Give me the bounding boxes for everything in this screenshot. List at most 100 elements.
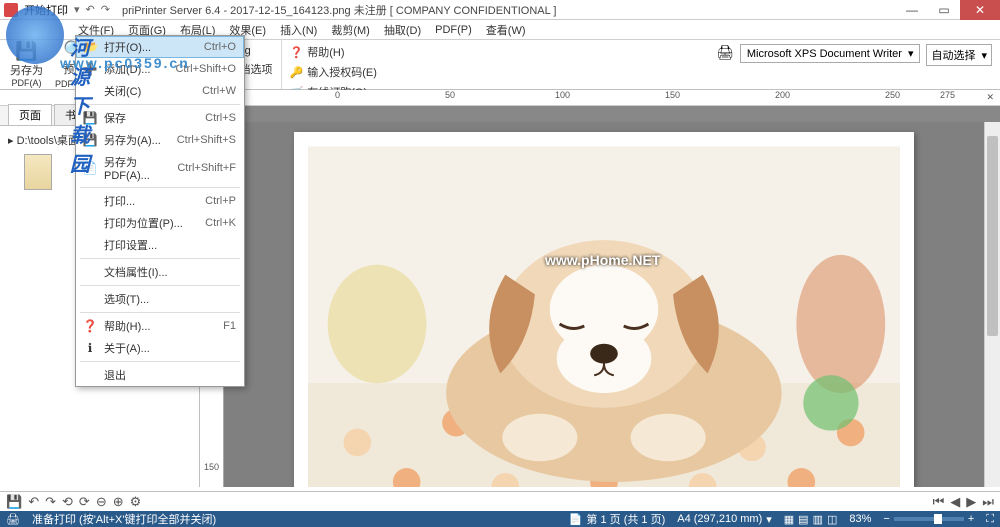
menu-extract[interactable]: 抽取(D) — [384, 22, 421, 38]
start-print-quick[interactable]: 开始打印 — [24, 2, 68, 18]
maximize-button[interactable]: ▭ — [928, 0, 960, 20]
view-mode-icon[interactable]: ▤ — [798, 513, 808, 526]
menu-print[interactable]: 打印... Ctrl+P — [76, 190, 244, 212]
tab-page[interactable]: 页面 — [8, 104, 52, 125]
zoom-in-icon[interactable]: + — [968, 513, 974, 525]
save-as-button[interactable]: 💾 另存为 PDF(A) — [4, 40, 49, 89]
page-image — [308, 146, 900, 487]
title-bar: 开始打印 ▾ ↶ ↷ priPrinter Server 6.4 - 2017-… — [0, 0, 1000, 20]
chevron-down-icon: ▾ — [908, 47, 914, 60]
pdfa-label: PDF(A) — [12, 78, 42, 88]
page-thumbnail[interactable] — [24, 154, 52, 190]
menu-save-as[interactable]: 💾另存为(A)...Ctrl+Shift+S — [76, 129, 244, 151]
tool-settings-icon[interactable]: ⚙ — [130, 494, 142, 510]
help-icon: ❓ — [290, 46, 304, 59]
menu-exit[interactable]: 退出 — [76, 364, 244, 386]
chevron-down-icon[interactable]: ▾ — [766, 513, 772, 526]
ruler-tick: 0 — [335, 90, 340, 100]
printer-dropdown[interactable]: Microsoft XPS Document Writer ▾ — [740, 44, 921, 63]
menu-print-to[interactable]: 打印为位置(P)...Ctrl+K — [76, 212, 244, 234]
mi-label: 关于(A)... — [104, 340, 150, 356]
zoom-thumb[interactable] — [934, 514, 942, 524]
minimize-button[interactable]: — — [896, 0, 928, 20]
zoom-slider[interactable] — [894, 517, 964, 521]
menu-doc-props[interactable]: 文档属性(I)... — [76, 261, 244, 283]
nav-last-icon[interactable]: ⏭ — [982, 494, 994, 510]
save-icon: 💾 — [15, 41, 39, 62]
tray-dropdown[interactable]: 自动选择 ▾ — [926, 44, 992, 66]
key-icon: 🔑 — [290, 66, 304, 79]
menu-print-settings[interactable]: 打印设置... — [76, 234, 244, 256]
menu-view[interactable]: 查看(W) — [486, 22, 526, 38]
nav-next-icon[interactable]: ▶ — [966, 494, 976, 510]
mi-label: 打印为位置(P)... — [104, 215, 183, 231]
page-icon: 📄 — [569, 513, 583, 526]
tool-undo-icon[interactable]: ↶ — [28, 494, 39, 510]
vertical-scrollbar[interactable] — [984, 122, 1000, 487]
menu-pdf[interactable]: PDF(P) — [435, 24, 472, 36]
file-menu-dropdown: 📂 打开(O)... Ctrl+O ➕添加(D)...Ctrl+Shift+O 关闭… — [75, 35, 245, 387]
mi-label: 打印... — [104, 193, 135, 209]
page-preview[interactable]: priPrinter Server Edition purchase at ww… — [294, 132, 914, 487]
tool-zoom-out-icon[interactable]: ⊖ — [96, 494, 107, 510]
info-icon: ℹ — [82, 340, 98, 356]
mi-shortcut: Ctrl+P — [205, 195, 236, 207]
tool-zoom-in-icon[interactable]: ⊕ — [113, 494, 124, 510]
mi-label: 打开(O)... — [104, 39, 151, 55]
menu-options[interactable]: 选项(T)... — [76, 288, 244, 310]
mi-label: 帮助(H)... — [104, 318, 150, 334]
ruler-tick: 50 — [445, 90, 455, 100]
scrollbar-thumb[interactable] — [987, 136, 998, 336]
fullscreen-icon[interactable]: ⛶ — [986, 513, 994, 526]
mi-shortcut: Ctrl+Shift+F — [177, 162, 236, 174]
mi-shortcut: Ctrl+O — [204, 41, 236, 53]
view-mode-icon[interactable]: ▦ — [784, 513, 794, 526]
tool-redo-icon[interactable]: ↷ — [45, 494, 56, 510]
menu-open[interactable]: 📂 打开(O)... Ctrl+O — [76, 36, 244, 58]
mi-label: 选项(T)... — [104, 291, 149, 307]
menu-insert[interactable]: 插入(N) — [280, 22, 317, 38]
menu-about[interactable]: ℹ 关于(A)... — [76, 337, 244, 359]
license-link[interactable]: 输入授权码(E) — [307, 64, 377, 80]
printer-name: Microsoft XPS Document Writer — [747, 48, 902, 60]
nav-prev-icon[interactable]: ◀ — [950, 494, 960, 510]
menu-help[interactable]: ❓帮助(H)...F1 — [76, 315, 244, 337]
redo-icon[interactable]: ↷ — [101, 3, 110, 16]
status-bar: 🖨 准备打印 (按'Alt+X'键打印全部并关闭) 📄第 1 页 (共 1 页)… — [0, 511, 1000, 527]
mi-label: 另存为 PDF(A)... — [104, 154, 177, 182]
ruler-close-icon[interactable]: ✕ — [986, 92, 994, 103]
folder-open-icon: 📂 — [83, 39, 99, 55]
view-mode-icon[interactable]: ▥ — [813, 513, 823, 526]
zoom-out-icon[interactable]: − — [883, 513, 889, 525]
mi-label: 退出 — [104, 367, 126, 383]
menu-close[interactable]: 关闭(C)Ctrl+W — [76, 80, 244, 102]
ruler-tick: 100 — [555, 90, 570, 100]
undo-icon[interactable]: ↶ — [86, 3, 95, 16]
mi-shortcut: F1 — [223, 320, 236, 332]
mi-label: 文档属性(I)... — [104, 264, 168, 280]
mi-label: 打印设置... — [104, 237, 157, 253]
printer-status-icon: 🖨 — [6, 513, 20, 526]
center-watermark: www.pHome.NET — [545, 252, 660, 268]
close-button[interactable]: ✕ — [960, 0, 1000, 20]
tool-save-icon[interactable]: 💾 — [6, 494, 22, 510]
menu-add[interactable]: ➕添加(D)...Ctrl+Shift+O — [76, 58, 244, 80]
ribbon-help-group: ❓帮助(H) 🔑输入授权码(E) 🛒在线订购(O) — [282, 40, 385, 89]
mi-label: 添加(D)... — [104, 61, 150, 77]
tool-rotate-left-icon[interactable]: ⟲ — [62, 494, 73, 510]
ruler-tick: 150 — [665, 90, 680, 100]
help-link[interactable]: 帮助(H) — [307, 44, 344, 60]
save-as-label: 另存为 — [10, 62, 43, 78]
menu-crop[interactable]: 裁剪(M) — [331, 22, 370, 38]
dropdown-icon[interactable]: ▾ — [74, 3, 80, 16]
menu-save-pdf[interactable]: 📄另存为 PDF(A)...Ctrl+Shift+F — [76, 151, 244, 185]
nav-first-icon[interactable]: ⏮ — [933, 494, 945, 510]
printer-icon: 🖨 — [716, 44, 734, 61]
menu-save[interactable]: 💾保存Ctrl+S — [76, 107, 244, 129]
mi-shortcut: Ctrl+S — [205, 112, 236, 124]
mi-label: 另存为(A)... — [104, 132, 161, 148]
canvas: 0 50 100 150 200 — [200, 106, 1000, 487]
tool-rotate-right-icon[interactable]: ⟳ — [79, 494, 90, 510]
tray-label: 自动选择 — [931, 47, 975, 63]
view-mode-icon[interactable]: ◫ — [827, 513, 837, 526]
